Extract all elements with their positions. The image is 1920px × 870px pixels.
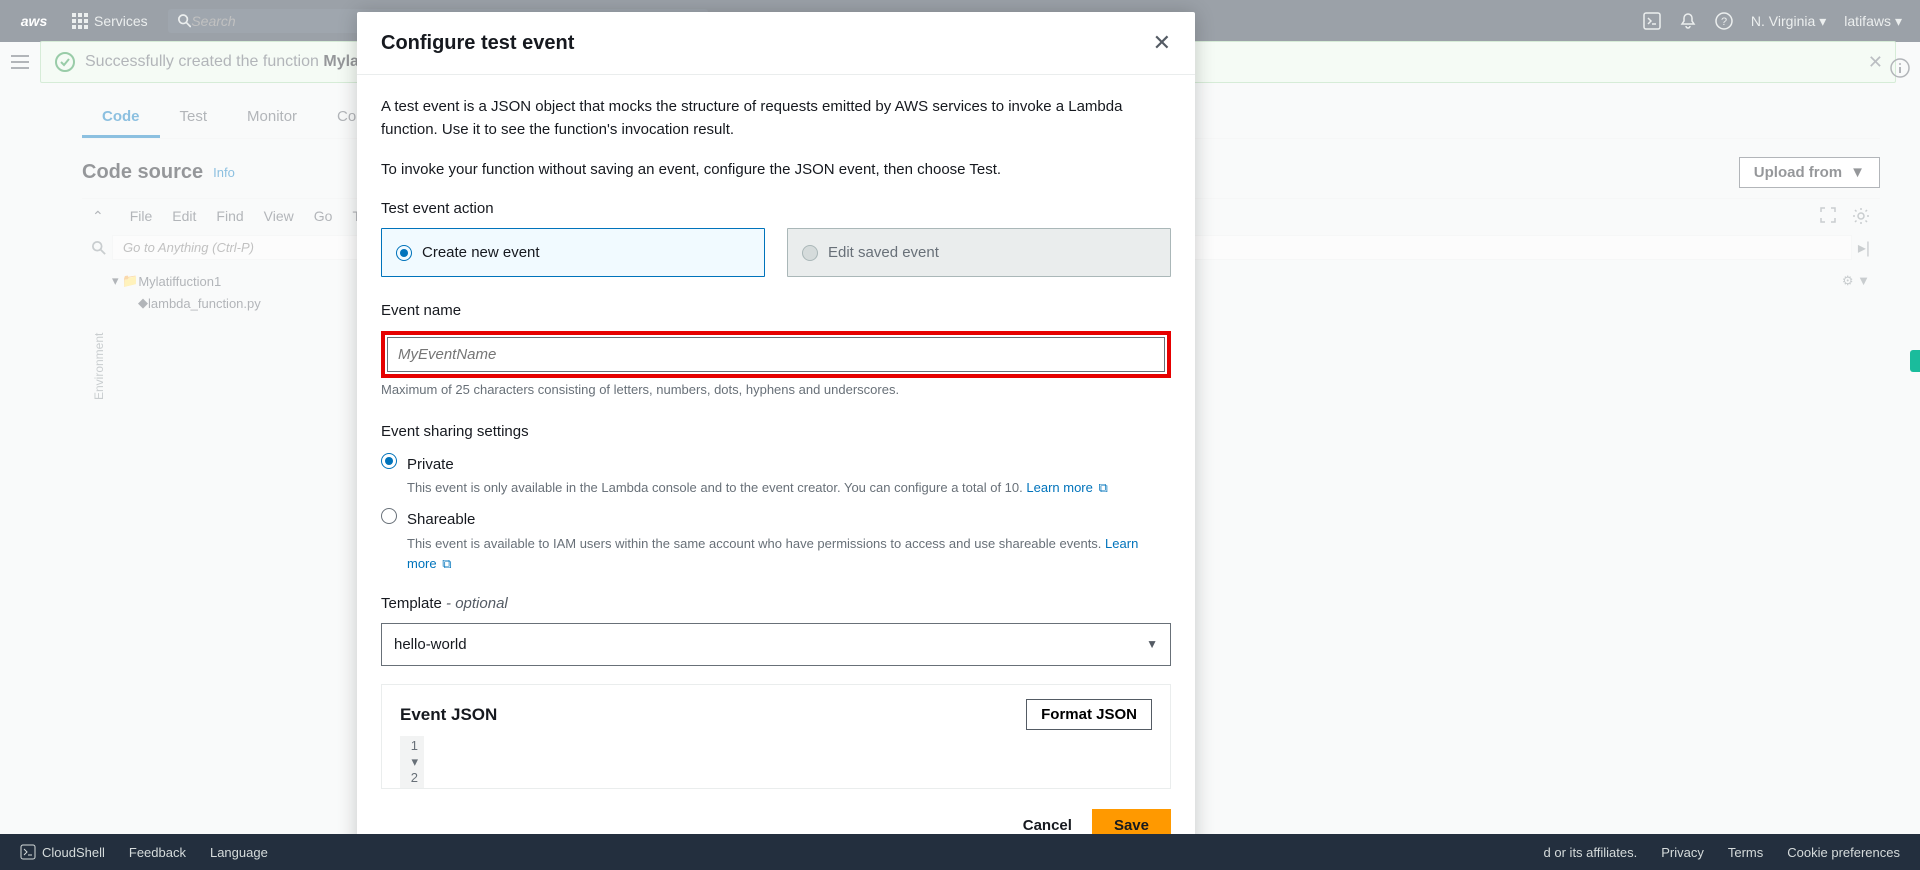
modal-title: Configure test event bbox=[381, 32, 574, 55]
template-label: Template - optional bbox=[381, 592, 1171, 615]
event-json-panel: Event JSON Format JSON 1 ▾2 bbox=[381, 684, 1171, 789]
caret-down-icon: ▼ bbox=[1146, 635, 1158, 654]
external-link-icon: ⧉ bbox=[442, 554, 451, 574]
test-event-action-group: Create new event Edit saved event bbox=[381, 228, 1171, 277]
radio-icon bbox=[381, 508, 397, 524]
learn-more-link[interactable]: Learn more ⧉ bbox=[1026, 480, 1107, 495]
external-link-icon: ⧉ bbox=[1098, 478, 1107, 498]
shareable-description: This event is available to IAM users wit… bbox=[407, 534, 1171, 574]
radio-icon bbox=[396, 245, 412, 261]
private-option[interactable]: Private bbox=[381, 453, 1171, 476]
event-name-highlight bbox=[381, 331, 1171, 378]
json-editor[interactable]: 1 ▾2 bbox=[400, 736, 1152, 788]
edit-saved-event-option: Edit saved event bbox=[787, 228, 1171, 277]
radio-icon bbox=[802, 245, 818, 261]
test-event-action-label: Test event action bbox=[381, 197, 1171, 220]
modal-description-1: A test event is a JSON object that mocks… bbox=[381, 95, 1171, 142]
line-numbers: 1 ▾2 bbox=[400, 736, 424, 788]
cancel-button[interactable]: Cancel bbox=[1023, 817, 1072, 834]
terminal-icon bbox=[20, 844, 36, 860]
shareable-option[interactable]: Shareable bbox=[381, 508, 1171, 531]
cookie-preferences-link[interactable]: Cookie preferences bbox=[1787, 845, 1900, 860]
private-description: This event is only available in the Lamb… bbox=[407, 478, 1171, 498]
modal-description-2: To invoke your function without saving a… bbox=[381, 158, 1171, 181]
event-name-label: Event name bbox=[381, 299, 1171, 322]
template-select[interactable]: hello-world▼ bbox=[381, 623, 1171, 666]
event-sharing-label: Event sharing settings bbox=[381, 420, 1171, 443]
radio-icon bbox=[381, 453, 397, 469]
terms-link[interactable]: Terms bbox=[1728, 845, 1763, 860]
event-name-hint: Maximum of 25 characters consisting of l… bbox=[381, 380, 1171, 400]
privacy-link[interactable]: Privacy bbox=[1661, 845, 1704, 860]
footer-bar: CloudShell Feedback Language d or its af… bbox=[0, 834, 1920, 870]
affiliates-text: d or its affiliates. bbox=[1544, 845, 1638, 860]
close-icon[interactable]: ✕ bbox=[1153, 30, 1171, 56]
format-json-button[interactable]: Format JSON bbox=[1026, 699, 1152, 730]
create-new-event-option[interactable]: Create new event bbox=[381, 228, 765, 277]
event-name-input[interactable] bbox=[387, 337, 1165, 372]
side-pull-tab[interactable] bbox=[1910, 350, 1920, 372]
event-json-header: Event JSON bbox=[400, 702, 497, 728]
language-selector[interactable]: Language bbox=[210, 845, 268, 860]
feedback-link[interactable]: Feedback bbox=[129, 845, 186, 860]
cloudshell-button[interactable]: CloudShell bbox=[20, 844, 105, 860]
configure-test-event-modal: Configure test event ✕ A test event is a… bbox=[357, 12, 1195, 860]
